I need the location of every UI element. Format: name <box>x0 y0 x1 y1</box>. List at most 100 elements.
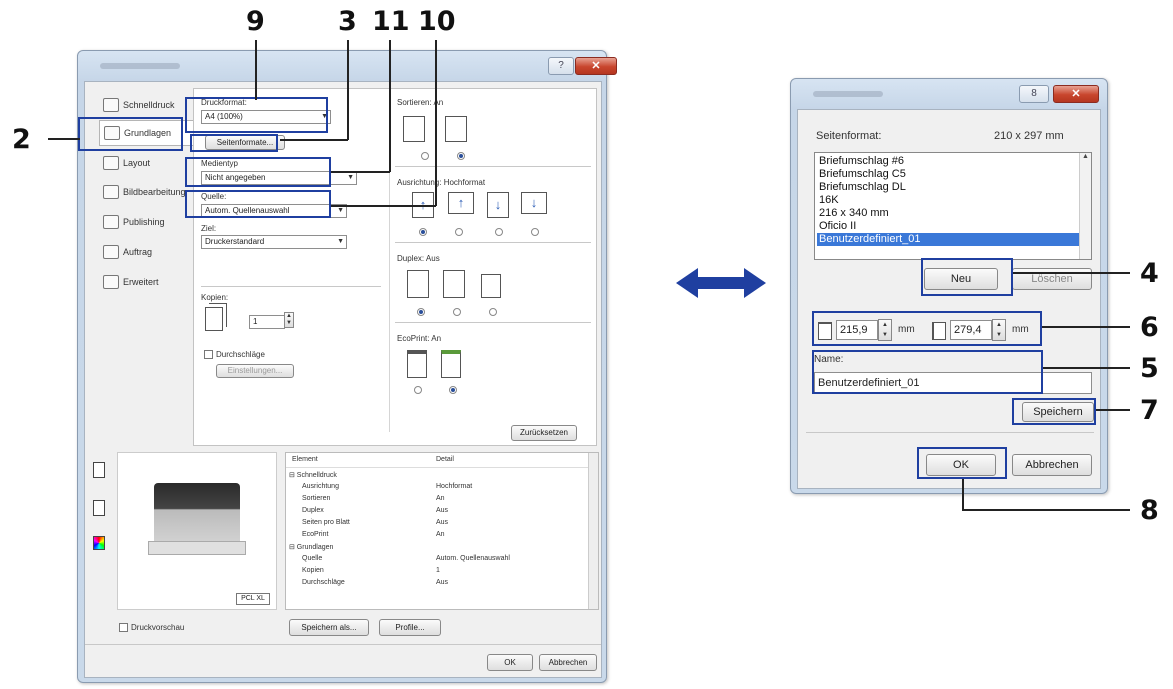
kopien-input[interactable]: 1 <box>249 315 285 329</box>
abbrechen-button[interactable]: Abbrechen <box>539 654 597 671</box>
cell-detail: An <box>436 495 445 502</box>
image-edit-icon <box>103 185 119 199</box>
quick-print-icon <box>103 98 119 112</box>
list-item[interactable]: Briefumschlag DL <box>817 181 1079 194</box>
ecoprint-an-radio[interactable] <box>449 386 457 394</box>
close-button[interactable]: ✕ <box>575 57 617 75</box>
sortieren-aus-radio[interactable] <box>421 152 429 160</box>
loeschen-button[interactable]: Löschen <box>1012 268 1092 290</box>
callout-box-9 <box>185 97 328 133</box>
chevron-down-icon: ▼ <box>347 174 354 181</box>
list-scrollbar[interactable]: ▲ <box>1079 153 1091 259</box>
list-item-selected[interactable]: Benutzerdefiniert_01 <box>817 233 1079 246</box>
speichern-als-button[interactable]: Speichern als... <box>289 619 369 636</box>
ausrichtung-querformat-radio[interactable] <box>455 228 463 236</box>
list-item[interactable]: Oficio II <box>817 220 1079 233</box>
sidebar-item-schnelldruck[interactable]: Schnelldruck <box>99 92 191 118</box>
duplex-aus-radio[interactable] <box>417 308 425 316</box>
callout-4: 4 <box>1140 258 1159 289</box>
sidebar-item-label: Layout <box>123 158 151 168</box>
list-item[interactable]: Briefumschlag #6 <box>817 155 1079 168</box>
table-row: Ausrichtung Hochformat <box>286 483 598 493</box>
list-item[interactable]: Briefumschlag C5 <box>817 168 1079 181</box>
table-row: Durchschläge Aus <box>286 579 598 589</box>
color-view-icon[interactable] <box>93 536 105 550</box>
sortieren-an-radio[interactable] <box>457 152 465 160</box>
landscape-rotated-icon: ↓ <box>521 192 547 214</box>
cell-element: ⊟ Schnelldruck <box>289 472 337 479</box>
cell-element: Kopien <box>302 567 324 574</box>
duplex-kurz-radio[interactable] <box>489 308 497 316</box>
list-item[interactable]: 216 x 340 mm <box>817 207 1079 220</box>
button-label: OK <box>504 658 516 667</box>
duplex-lang-radio[interactable] <box>453 308 461 316</box>
cell-element: EcoPrint <box>302 531 329 538</box>
pcl-badge: PCL XL <box>236 593 270 605</box>
cell-element: Durchschläge <box>302 579 345 586</box>
callout-box-3 <box>190 134 278 152</box>
ecoprint-aus-radio[interactable] <box>414 386 422 394</box>
page-size-list[interactable]: Briefumschlag #6 Briefumschlag C5 Briefu… <box>814 152 1092 260</box>
kopien-label: Kopien: <box>201 293 229 302</box>
sidebar-item-erweitert[interactable]: Erweitert <box>99 269 191 295</box>
header-detail: Detail <box>436 456 454 463</box>
publishing-icon <box>103 215 119 229</box>
close-button[interactable]: ✕ <box>1053 85 1099 103</box>
ziel-value: Druckerstandard <box>205 237 265 246</box>
ok-button[interactable]: OK <box>487 654 533 671</box>
callout-5: 5 <box>1140 353 1159 384</box>
ziel-label: Ziel: <box>201 224 217 233</box>
help-button[interactable]: ? <box>548 57 574 75</box>
document-view-icon[interactable] <box>93 500 105 516</box>
sortieren-label: Sortieren: An <box>397 98 444 107</box>
callout-box-10 <box>185 190 331 218</box>
callout-2: 2 <box>12 124 31 155</box>
table-row: ⊟ Schnelldruck <box>286 471 598 481</box>
ausrichtung-hochformat-radio[interactable] <box>419 228 427 236</box>
abbrechen-button[interactable]: Abbrechen <box>1012 454 1092 476</box>
preview-icon-column <box>91 456 113 606</box>
cell-element: Seiten pro Blatt <box>302 519 350 526</box>
einstellungen-button[interactable]: Einstellungen... <box>216 364 294 378</box>
seitenformat-size: 210 x 297 mm <box>994 130 1064 142</box>
cell-detail: Autom. Quellenauswahl <box>436 555 510 562</box>
ausrichtung-querformat-gedreht-radio[interactable] <box>531 228 539 236</box>
divider <box>395 166 591 167</box>
ziel-select[interactable]: Druckerstandard ▼ <box>201 235 347 249</box>
dialog-title-blurred <box>100 63 180 69</box>
chevron-down-icon: ▼ <box>337 207 344 214</box>
duplex-off-icon <box>407 270 429 298</box>
table-row: Seiten pro Blatt Aus <box>286 519 598 529</box>
callout-box-5 <box>812 350 1043 394</box>
sidebar-item-label: Auftrag <box>123 247 153 257</box>
table-scrollbar[interactable] <box>588 453 598 609</box>
druckvorschau-checkbox[interactable] <box>119 623 128 632</box>
table-row: Sortieren An <box>286 495 598 505</box>
table-row: EcoPrint An <box>286 531 598 541</box>
duplex-short-icon <box>481 274 501 298</box>
divider <box>395 242 591 243</box>
kopien-value: 1 <box>253 317 258 326</box>
ecoprint-off-icon <box>407 350 427 378</box>
printer-view-icon[interactable] <box>93 462 105 478</box>
zuruecksetzen-button[interactable]: Zurücksetzen <box>511 425 577 441</box>
sidebar-item-bildbearbeitung[interactable]: Bildbearbeitung <box>99 179 191 205</box>
kopien-stepper[interactable]: ▲ ▼ <box>284 312 294 328</box>
table-row: Kopien 1 <box>286 567 598 577</box>
table-row: ⊟ Grundlagen <box>286 543 598 553</box>
sidebar-item-publishing[interactable]: Publishing <box>99 209 191 235</box>
help-button[interactable]: 8 <box>1019 85 1049 103</box>
ecoprint-on-icon <box>441 350 461 378</box>
durchschlaege-checkbox[interactable] <box>204 350 213 359</box>
portrait-rotated-icon: ↓ <box>487 192 509 218</box>
list-item[interactable]: 16K <box>817 194 1079 207</box>
collate-on-icon <box>445 116 467 142</box>
sidebar-item-auftrag[interactable]: Auftrag <box>99 239 191 265</box>
ausrichtung-hochformat-gedreht-radio[interactable] <box>495 228 503 236</box>
sidebar-item-layout[interactable]: Layout <box>99 150 191 176</box>
copies-icon <box>205 307 223 331</box>
profile-button[interactable]: Profile... <box>379 619 441 636</box>
ecoprint-label: EcoPrint: An <box>397 334 442 343</box>
callout-box-8 <box>917 447 1007 479</box>
sidebar-item-label: Erweitert <box>123 277 159 287</box>
